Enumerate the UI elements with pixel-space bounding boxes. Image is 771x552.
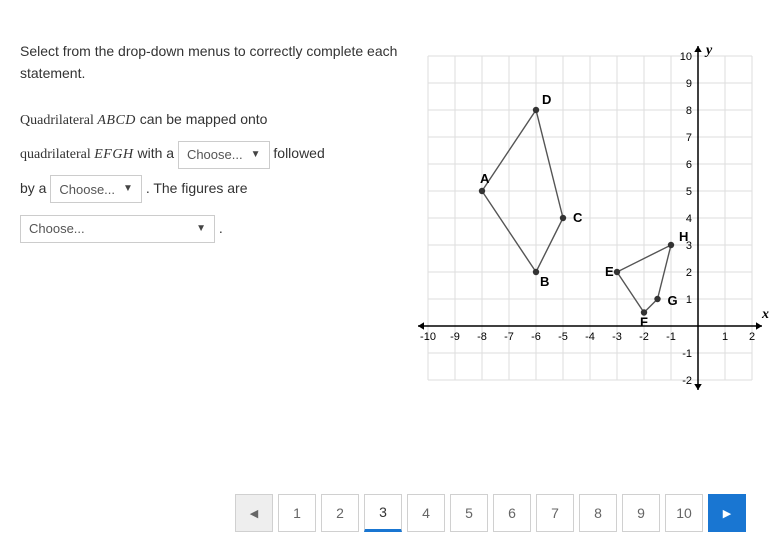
page-button-7[interactable]: 7: [536, 494, 574, 532]
svg-text:G: G: [668, 293, 678, 308]
page-button-4[interactable]: 4: [407, 494, 445, 532]
page-button-1[interactable]: 1: [278, 494, 316, 532]
statement-line-3: by a Choose... ▼ . The figures are: [20, 172, 400, 206]
svg-text:F: F: [640, 315, 648, 330]
chevron-down-icon: ▼: [123, 184, 133, 194]
page-button-5[interactable]: 5: [450, 494, 488, 532]
statement-line-2: quadrilateral EFGH with a Choose... ▼ fo…: [20, 137, 400, 172]
svg-text:8: 8: [686, 105, 692, 117]
text: Quadrilateral: [20, 113, 97, 128]
svg-text:C: C: [573, 210, 583, 225]
dropdown-label: Choose...: [187, 148, 243, 161]
svg-text:-1: -1: [666, 331, 676, 343]
page-button-9[interactable]: 9: [622, 494, 660, 532]
prev-button[interactable]: ◀: [235, 494, 273, 532]
page-button-3[interactable]: 3: [364, 494, 402, 532]
svg-text:7: 7: [686, 132, 692, 144]
chevron-down-icon: ▼: [196, 224, 206, 234]
svg-text:-6: -6: [531, 331, 541, 343]
triangle-left-icon: ◀: [250, 507, 258, 520]
svg-text:4: 4: [686, 213, 692, 225]
svg-text:-8: -8: [477, 331, 487, 343]
dropdown-transformation-2[interactable]: Choose... ▼: [50, 175, 142, 203]
dropdown-label: Choose...: [59, 183, 115, 196]
svg-text:-9: -9: [450, 331, 460, 343]
quad-efgh: EFGH: [94, 147, 133, 162]
text: quadrilateral: [20, 147, 94, 162]
dropdown-label: Choose...: [29, 222, 85, 235]
dropdown-relationship[interactable]: Choose... ▼: [20, 215, 215, 243]
svg-text:-2: -2: [639, 331, 649, 343]
svg-text:6: 6: [686, 159, 692, 171]
svg-text:1: 1: [686, 294, 692, 306]
svg-text:2: 2: [749, 331, 755, 343]
chevron-down-icon: ▼: [251, 150, 261, 160]
text: by a: [20, 180, 50, 196]
svg-text:E: E: [605, 264, 614, 279]
question-panel: Select from the drop-down menus to corre…: [20, 40, 400, 400]
page-button-6[interactable]: 6: [493, 494, 531, 532]
statement-line-4: Choose... ▼ .: [20, 212, 400, 246]
svg-text:-5: -5: [558, 331, 568, 343]
text: can be mapped onto: [136, 111, 268, 127]
question-intro: Select from the drop-down menus to corre…: [20, 40, 400, 85]
svg-text:B: B: [540, 274, 549, 289]
triangle-right-icon: ▶: [723, 507, 731, 520]
svg-text:2: 2: [686, 267, 692, 279]
svg-text:-4: -4: [585, 331, 595, 343]
page-button-10[interactable]: 10: [665, 494, 703, 532]
graph-panel: xy -10-9-8-7-6-5-4-3-2-112-2-11234567891…: [410, 40, 770, 400]
dropdown-transformation-1[interactable]: Choose... ▼: [178, 141, 270, 169]
page-button-8[interactable]: 8: [579, 494, 617, 532]
text: .: [219, 220, 223, 236]
svg-text:-3: -3: [612, 331, 622, 343]
svg-text:x: x: [761, 307, 769, 322]
page-button-2[interactable]: 2: [321, 494, 359, 532]
coordinate-graph: xy -10-9-8-7-6-5-4-3-2-112-2-11234567891…: [410, 40, 770, 400]
pagination: ◀ 12345678910 ▶: [235, 494, 746, 532]
svg-text:-2: -2: [682, 375, 692, 387]
svg-text:5: 5: [686, 186, 692, 198]
svg-text:A: A: [480, 171, 490, 186]
quad-abcd: ABCD: [97, 113, 136, 128]
svg-text:1: 1: [722, 331, 728, 343]
statement-line-1: Quadrilateral ABCD can be mapped onto: [20, 103, 400, 138]
next-button[interactable]: ▶: [708, 494, 746, 532]
svg-text:H: H: [679, 229, 688, 244]
text: with a: [134, 145, 178, 161]
svg-text:-10: -10: [420, 331, 436, 343]
svg-text:-1: -1: [682, 348, 692, 360]
svg-text:-7: -7: [504, 331, 514, 343]
svg-text:10: 10: [680, 51, 692, 63]
svg-text:y: y: [704, 43, 713, 58]
text: . The figures are: [146, 180, 248, 196]
svg-text:D: D: [542, 92, 551, 107]
text: followed: [273, 145, 324, 161]
svg-text:9: 9: [686, 78, 692, 90]
